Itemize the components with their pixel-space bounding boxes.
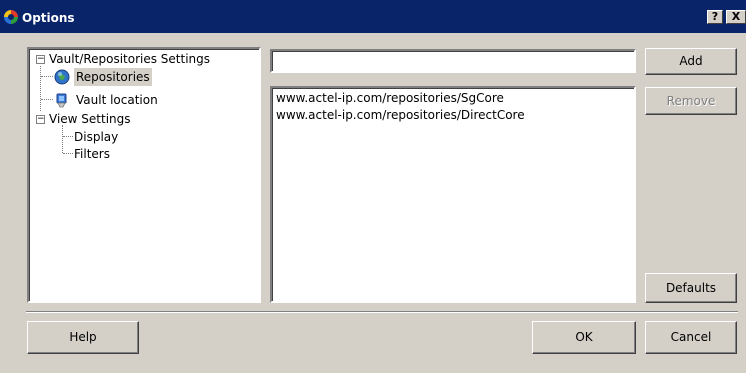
- tree-node-label: Repositories: [74, 68, 152, 86]
- repository-url-input[interactable]: [270, 49, 636, 73]
- collapse-icon[interactable]: −: [36, 115, 45, 124]
- tree-node-label: Display: [74, 130, 119, 144]
- collapse-icon[interactable]: −: [36, 55, 45, 64]
- window-title: Options: [22, 11, 75, 25]
- cancel-button[interactable]: Cancel: [645, 321, 737, 354]
- tree-node-label: View Settings: [49, 112, 131, 126]
- defaults-button[interactable]: Defaults: [645, 273, 737, 303]
- list-item[interactable]: www.actel-ip.com/repositories/DirectCore: [276, 107, 525, 124]
- tree-node-vault-location[interactable]: Vault location: [29, 91, 259, 109]
- ok-button[interactable]: OK: [532, 321, 636, 354]
- add-button[interactable]: Add: [645, 48, 737, 75]
- options-dialog: Options ? X − Vault/Repositories Setting…: [0, 0, 746, 373]
- separator: [26, 311, 738, 313]
- app-logo-icon: [4, 10, 18, 24]
- tree-node-filters[interactable]: Filters: [29, 145, 259, 163]
- tree-node-label: Vault/Repositories Settings: [49, 52, 211, 66]
- remove-button[interactable]: Remove: [645, 87, 737, 115]
- settings-tree[interactable]: − Vault/Repositories Settings Repositori…: [27, 47, 261, 303]
- tree-node-label: Vault location: [76, 93, 158, 107]
- vault-icon: [56, 93, 67, 108]
- close-title-button[interactable]: X: [726, 10, 746, 24]
- tree-node-label: Filters: [74, 147, 110, 161]
- help-button[interactable]: Help: [27, 321, 139, 354]
- tree-node-view-settings[interactable]: − View Settings: [29, 110, 259, 128]
- help-title-button[interactable]: ?: [707, 10, 723, 24]
- globe-icon: [54, 69, 70, 85]
- tree-node-display[interactable]: Display: [29, 128, 259, 146]
- tree-node-repositories[interactable]: Repositories: [29, 68, 259, 86]
- title-bar[interactable]: Options ? X: [0, 0, 746, 33]
- tree-node-vault-repositories-settings[interactable]: − Vault/Repositories Settings: [29, 50, 259, 68]
- repository-list[interactable]: www.actel-ip.com/repositories/SgCore www…: [270, 86, 636, 303]
- list-item[interactable]: www.actel-ip.com/repositories/SgCore: [276, 90, 504, 107]
